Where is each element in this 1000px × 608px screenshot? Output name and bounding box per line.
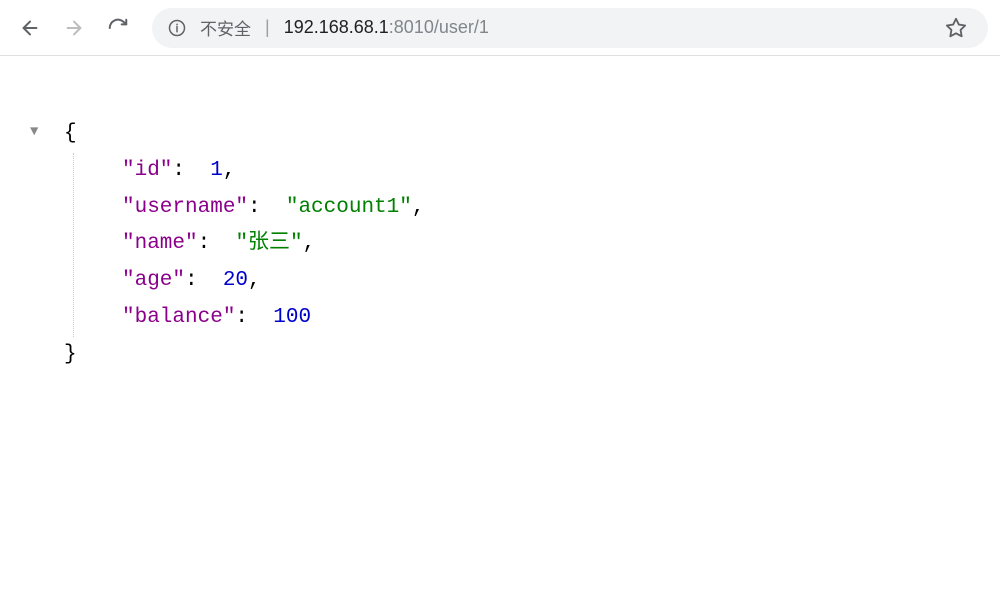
- arrow-right-icon: [63, 17, 85, 39]
- insecure-label: 不安全: [200, 15, 251, 40]
- json-open-brace: {: [64, 116, 424, 153]
- json-property: "name": "张三",: [74, 226, 424, 263]
- address-bar[interactable]: 不安全 | 192.168.68.1:8010/user/1: [152, 8, 988, 48]
- url-text: 192.168.68.1:8010/user/1: [284, 17, 489, 38]
- json-comma: ,: [303, 232, 316, 255]
- json-comma: ,: [248, 269, 261, 292]
- json-property: "balance": 100: [74, 300, 424, 337]
- json-key: "age": [122, 269, 185, 292]
- url-host: 192.168.68.1: [284, 17, 389, 37]
- json-value: 100: [273, 306, 311, 329]
- info-icon: [168, 19, 186, 37]
- json-property: "username": "account1",: [74, 190, 424, 227]
- json-key: "balance": [122, 306, 235, 329]
- back-button[interactable]: [12, 10, 48, 46]
- json-key: "username": [122, 196, 248, 219]
- json-comma: ,: [412, 196, 425, 219]
- json-key: "id": [122, 159, 172, 182]
- address-divider: |: [265, 17, 270, 38]
- browser-toolbar: 不安全 | 192.168.68.1:8010/user/1: [0, 0, 1000, 56]
- json-colon: :: [235, 306, 273, 329]
- json-entries: "id": 1,"username": "account1","name": "…: [74, 153, 424, 337]
- json-viewer: ▼ { "id": 1,"username": "account1","name…: [0, 56, 1000, 373]
- reload-button[interactable]: [100, 10, 136, 46]
- json-property: "id": 1,: [74, 153, 424, 190]
- site-info-button[interactable]: [168, 19, 186, 37]
- reload-icon: [107, 17, 129, 39]
- json-key: "name": [122, 232, 198, 255]
- collapse-toggle[interactable]: ▼: [30, 120, 48, 145]
- json-value: "张三": [235, 232, 302, 255]
- json-close-brace: }: [64, 337, 424, 374]
- json-colon: :: [248, 196, 286, 219]
- json-value: 1: [210, 159, 223, 182]
- json-value: "account1": [286, 196, 412, 219]
- arrow-left-icon: [19, 17, 41, 39]
- url-port-path: :8010/user/1: [389, 17, 489, 37]
- forward-button[interactable]: [56, 10, 92, 46]
- json-colon: :: [185, 269, 223, 292]
- json-colon: :: [172, 159, 210, 182]
- json-property: "age": 20,: [74, 263, 424, 300]
- json-colon: :: [198, 232, 236, 255]
- bookmark-button[interactable]: [940, 12, 972, 44]
- json-comma: ,: [223, 159, 236, 182]
- json-value: 20: [223, 269, 248, 292]
- star-icon: [945, 17, 967, 39]
